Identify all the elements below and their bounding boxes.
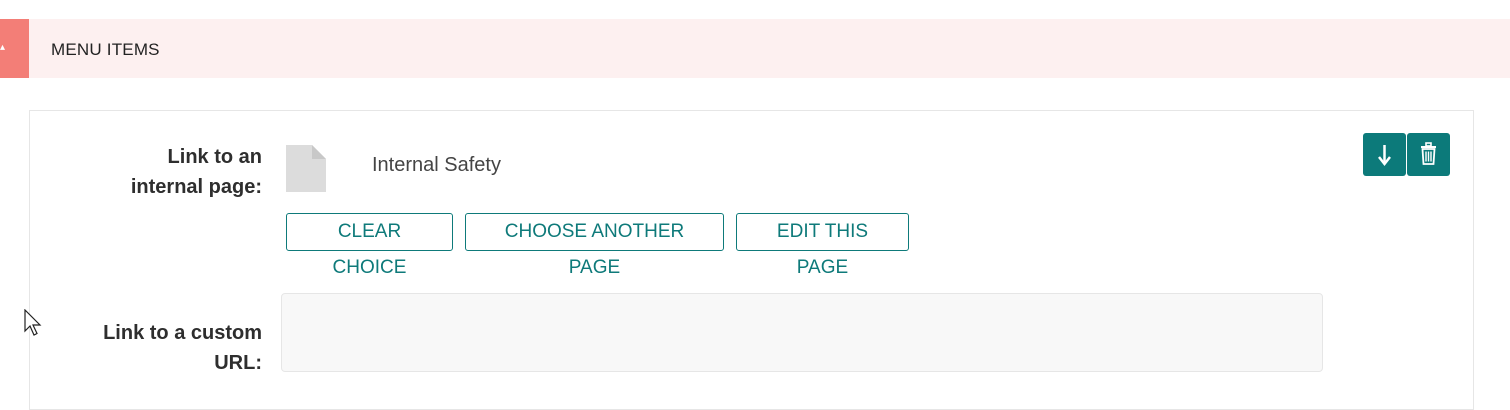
section-header[interactable]: ▴ MENU ITEMS (0, 19, 1510, 78)
arrow-down-icon (1378, 145, 1391, 167)
move-down-button[interactable] (1363, 133, 1406, 176)
custom-url-label-line2: URL: (214, 352, 262, 374)
internal-page-label-line1: Link to an (167, 146, 262, 168)
custom-url-label-line1: Link to a custom (103, 322, 262, 344)
custom-url-label: Link to a custom URL: (22, 318, 262, 378)
custom-url-input[interactable] (281, 293, 1323, 372)
clear-choice-button[interactable]: CLEAR CHOICE (286, 213, 453, 278)
choose-another-page-button[interactable]: CHOOSE ANOTHER PAGE (465, 213, 724, 278)
mouse-pointer-icon (24, 309, 42, 336)
edit-this-page-button[interactable]: EDIT THIS PAGE (736, 213, 909, 278)
selected-page-title: Internal Safety (372, 154, 501, 176)
collapse-toggle[interactable]: ▴ (0, 19, 29, 78)
internal-page-label-line2: internal page: (130, 176, 262, 198)
caret-icon: ▴ (0, 42, 6, 53)
internal-page-label: Link to an internal page: (22, 142, 262, 202)
document-icon (286, 145, 326, 192)
delete-button[interactable] (1407, 133, 1450, 176)
section-title: MENU ITEMS (51, 40, 160, 59)
trash-icon (1421, 142, 1436, 165)
